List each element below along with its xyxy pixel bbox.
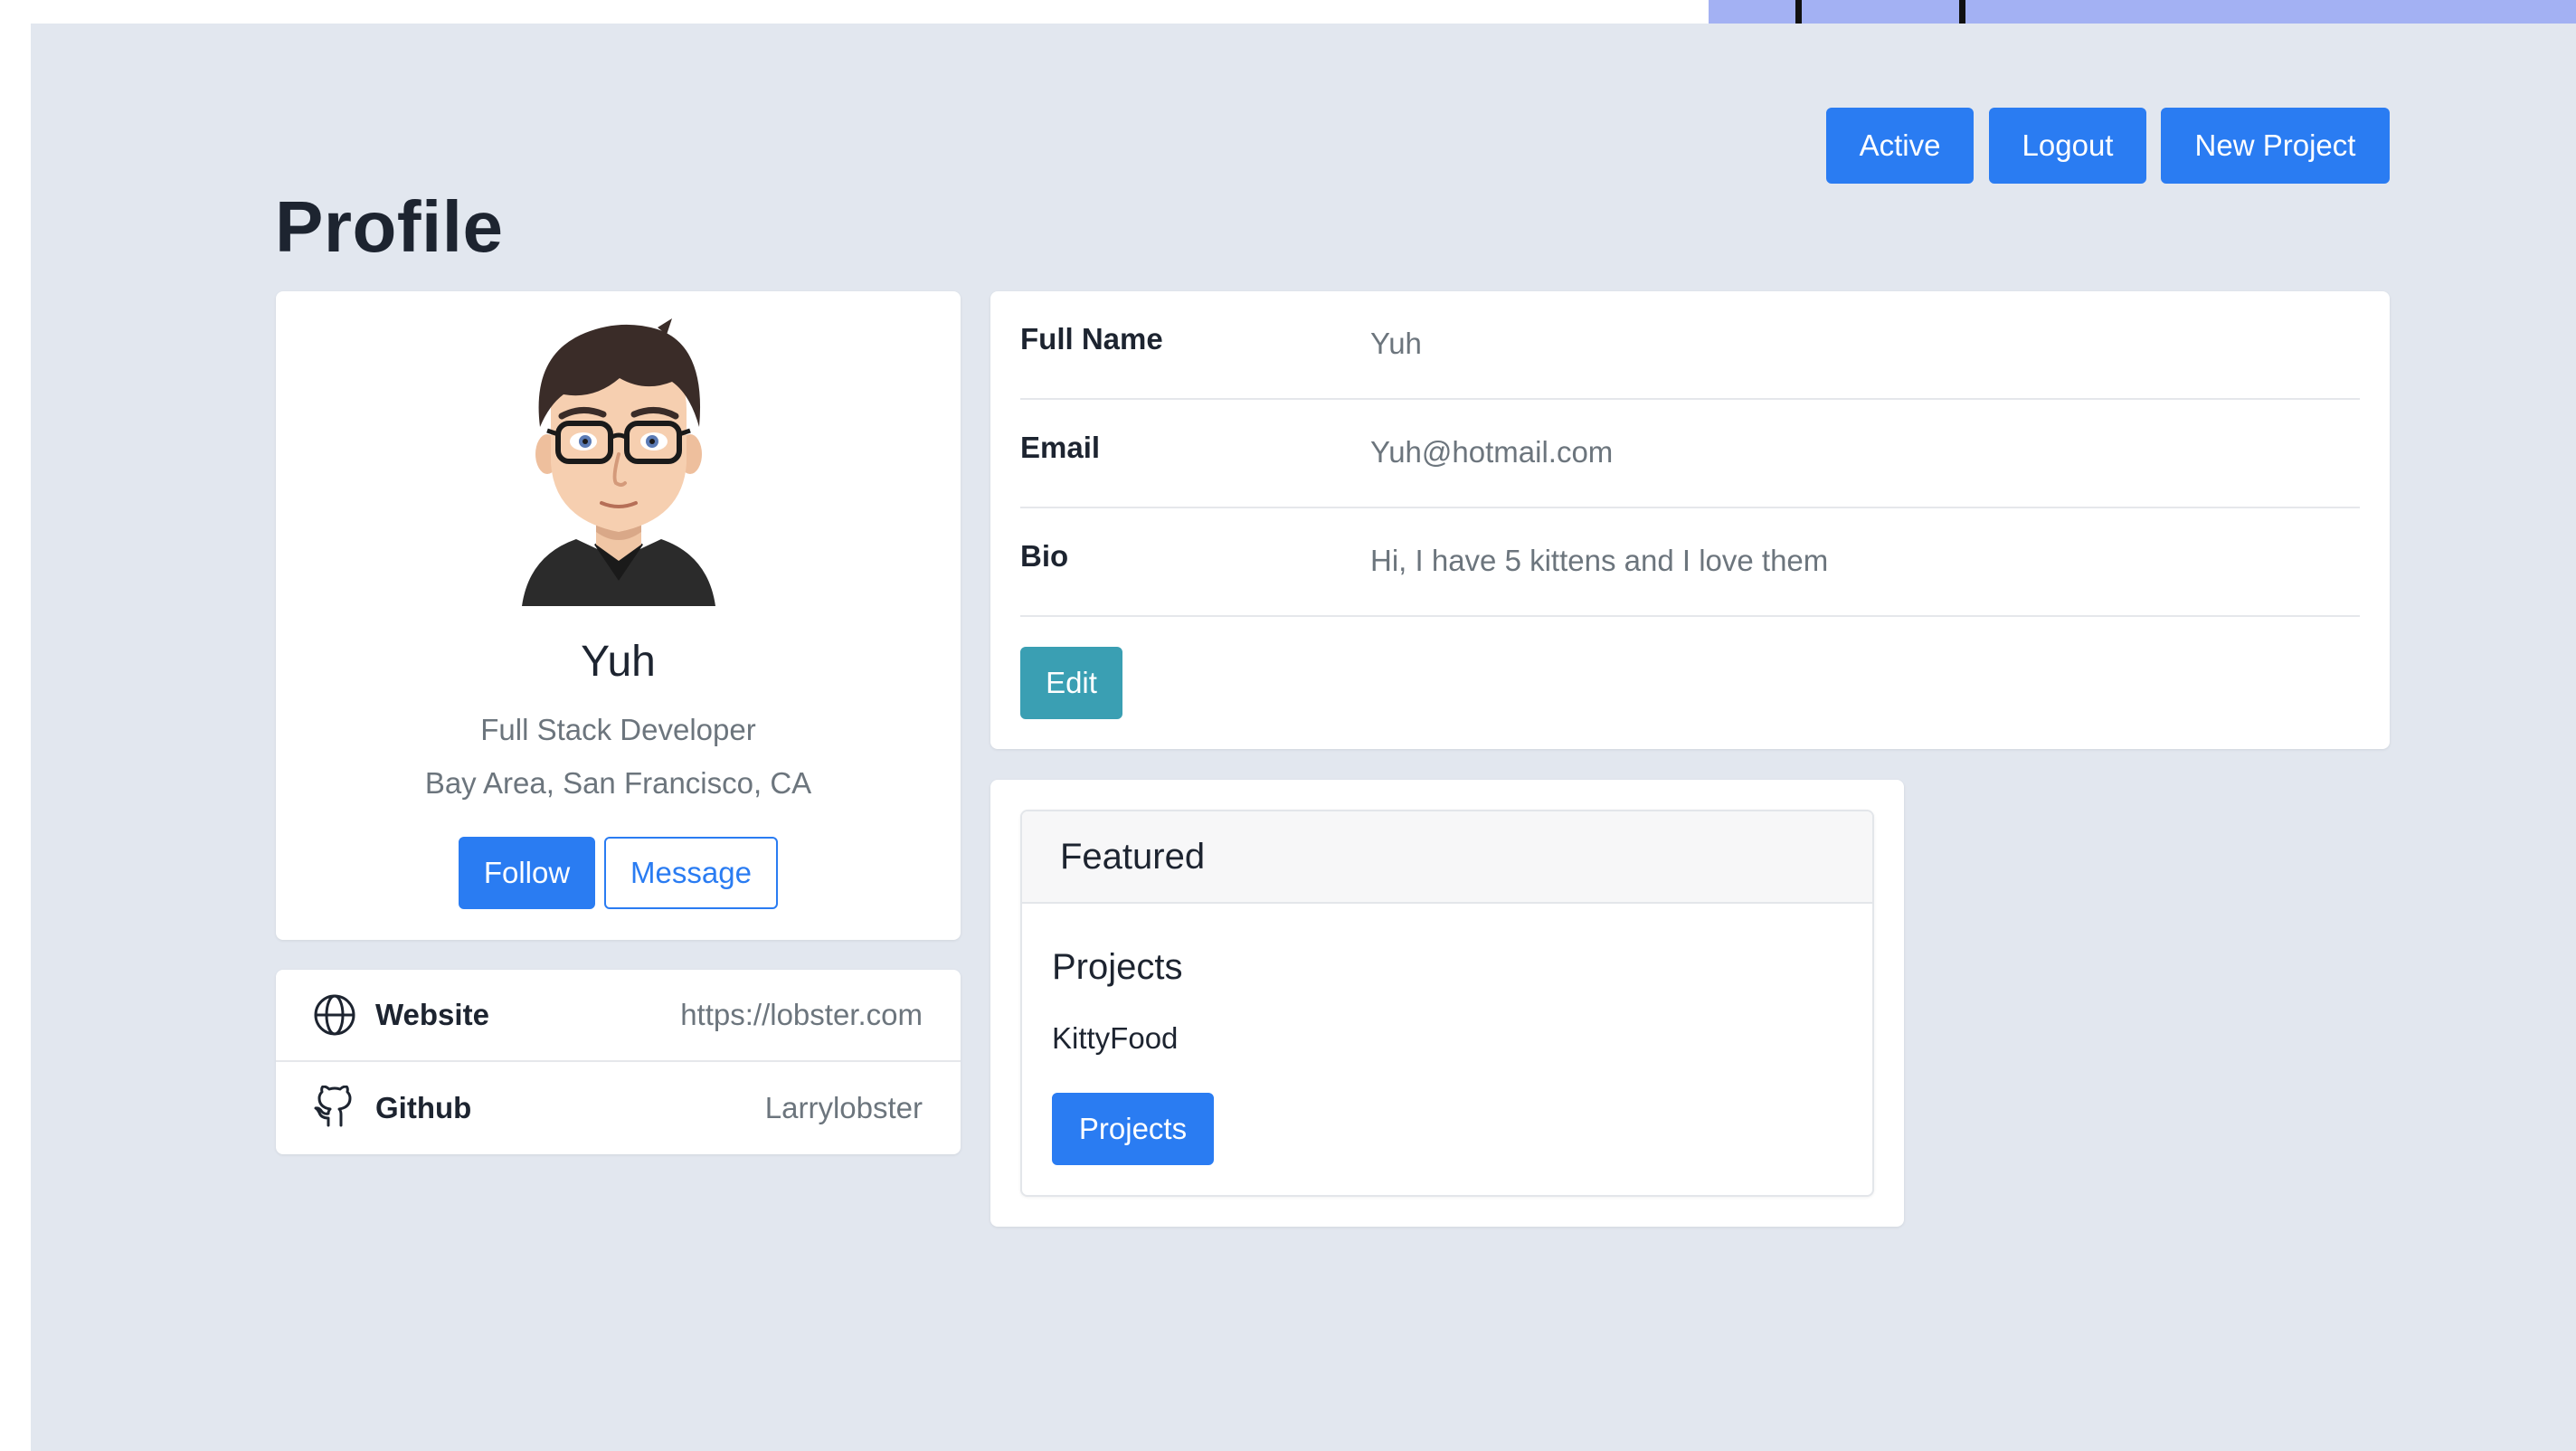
bio-label: Bio xyxy=(1020,539,1069,573)
featured-header: Featured xyxy=(1022,811,1872,904)
active-button[interactable]: Active xyxy=(1826,108,1974,184)
featured-card: Featured Projects KittyFood Projects xyxy=(990,780,1904,1227)
featured-panel: Featured Projects KittyFood Projects xyxy=(1020,810,1874,1197)
full-name-value: Yuh xyxy=(1370,327,1422,360)
email-row: Email Yuh@hotmail.com xyxy=(1020,400,2360,508)
top-divider-tick xyxy=(1795,0,1802,24)
message-button[interactable]: Message xyxy=(604,837,778,909)
github-link-row[interactable]: Github Larrylobster xyxy=(276,1062,961,1154)
top-divider-tick xyxy=(1959,0,1965,24)
profile-card: Yuh Full Stack Developer Bay Area, San F… xyxy=(276,291,961,940)
follow-button[interactable]: Follow xyxy=(459,837,595,909)
github-value[interactable]: Larrylobster xyxy=(765,1091,923,1125)
profile-name: Yuh xyxy=(581,638,656,686)
full-name-label: Full Name xyxy=(1020,322,1163,356)
featured-title: Featured xyxy=(1060,837,1206,877)
page-title: Profile xyxy=(275,186,504,267)
top-accent-bar xyxy=(1709,0,2576,24)
globe-icon xyxy=(314,994,355,1036)
website-link-row[interactable]: Website https://lobster.com xyxy=(276,970,961,1062)
projects-button[interactable]: Projects xyxy=(1052,1093,1214,1165)
email-value: Yuh@hotmail.com xyxy=(1370,435,1614,469)
full-name-row: Full Name Yuh xyxy=(1020,291,2360,400)
website-value[interactable]: https://lobster.com xyxy=(680,998,923,1032)
profile-role: Full Stack Developer xyxy=(480,713,756,746)
bio-row: Bio Hi, I have 5 kittens and I love them xyxy=(1020,508,2360,617)
email-label: Email xyxy=(1020,431,1101,464)
github-icon xyxy=(314,1086,352,1127)
website-label: Website xyxy=(375,998,489,1031)
new-project-button[interactable]: New Project xyxy=(2161,108,2390,184)
bio-value: Hi, I have 5 kittens and I love them xyxy=(1370,544,1829,577)
github-label: Github xyxy=(375,1091,472,1124)
edit-button[interactable]: Edit xyxy=(1020,647,1122,719)
featured-project-name: KittyFood xyxy=(1052,1021,1179,1055)
featured-section-title: Projects xyxy=(1052,947,1183,987)
links-card: Website https://lobster.com Github Larry… xyxy=(276,970,961,1154)
profile-location: Bay Area, San Francisco, CA xyxy=(424,766,812,800)
avatar xyxy=(522,318,715,606)
profile-details-card: Full Name Yuh Email Yuh@hotmail.com Bio … xyxy=(990,291,2390,749)
logout-button[interactable]: Logout xyxy=(1989,108,2146,184)
